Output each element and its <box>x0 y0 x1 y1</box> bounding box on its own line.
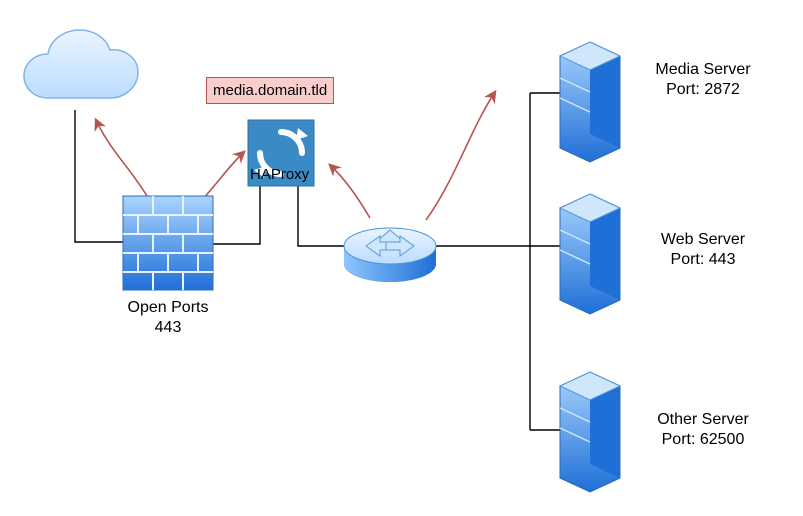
server-media-port: Port: 2872 <box>638 80 768 100</box>
server-media-icon <box>560 42 620 162</box>
server-web-icon <box>560 194 620 314</box>
domain-label-box: media.domain.tld <box>206 77 334 104</box>
server-other-label: Other Server Port: 62500 <box>638 410 768 450</box>
diagram-canvas: media.domain.tld HAProxy Open Ports 443 … <box>0 0 803 516</box>
firewall-icon <box>123 196 213 290</box>
server-web-port: Port: 443 <box>638 250 768 270</box>
router-icon <box>344 228 436 282</box>
server-media-label: Media Server Port: 2872 <box>638 60 768 100</box>
server-media-name: Media Server <box>638 60 768 80</box>
server-other-port: Port: 62500 <box>638 430 768 450</box>
server-other-name: Other Server <box>638 410 768 430</box>
cloud-icon <box>24 30 138 98</box>
server-other-icon <box>560 372 620 492</box>
server-web-label: Web Server Port: 443 <box>638 230 768 270</box>
firewall-label-line1: Open Ports <box>118 298 218 318</box>
haproxy-label: HAProxy <box>250 166 309 183</box>
firewall-label: Open Ports 443 <box>118 298 218 338</box>
firewall-label-line2: 443 <box>118 318 218 338</box>
server-web-name: Web Server <box>638 230 768 250</box>
